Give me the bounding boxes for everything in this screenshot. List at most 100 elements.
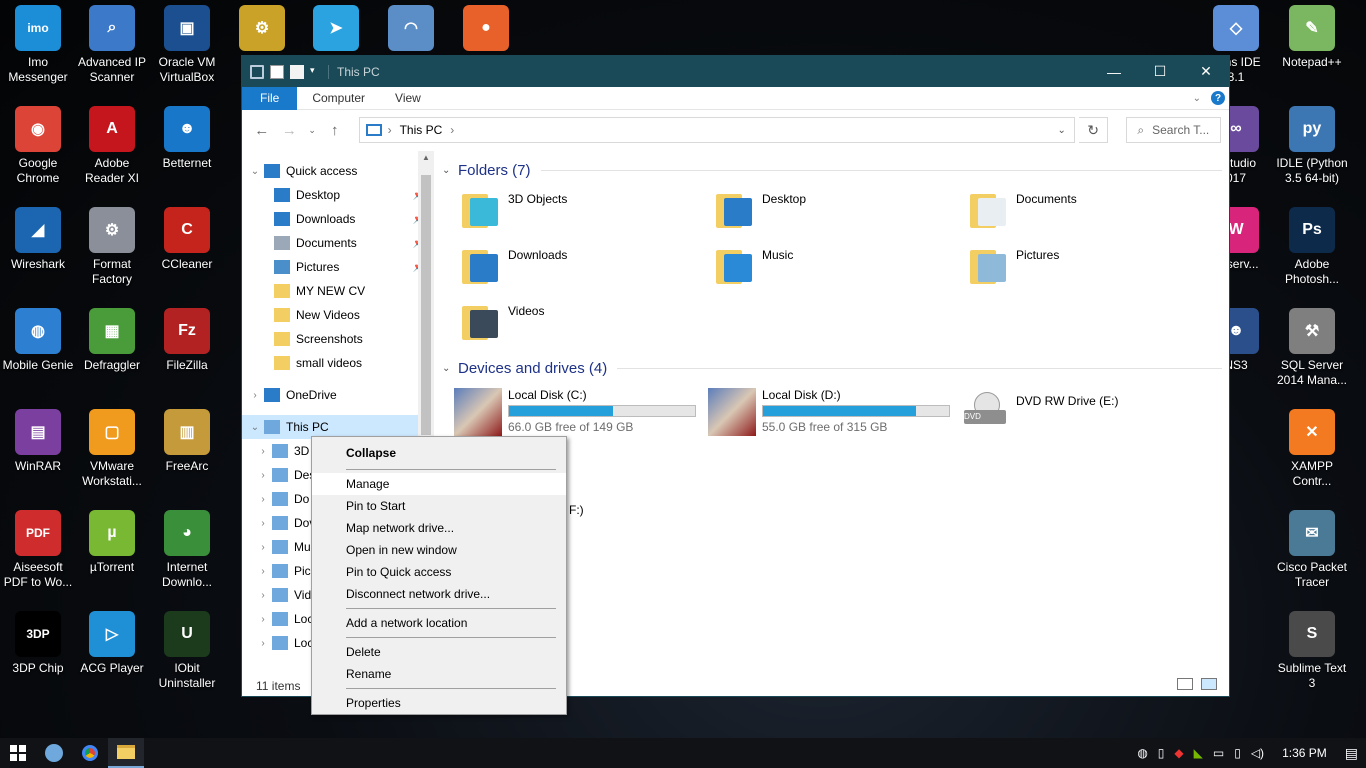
desktop-shortcut[interactable]: ▦ Defraggler [74, 308, 150, 373]
battery-tray-icon[interactable]: ▯ [1234, 746, 1241, 760]
taskbar-chrome-icon[interactable] [72, 738, 108, 768]
desktop-shortcut[interactable]: ● [448, 5, 524, 55]
nav-quick-item[interactable]: Documents📌 [242, 231, 433, 255]
partial-drive-label[interactable]: F:) [569, 503, 584, 517]
nav-quick-item[interactable]: Desktop📌 [242, 183, 433, 207]
folders-section-header[interactable]: ⌄ Folders (7) [442, 156, 1222, 184]
nvidia-tray-icon[interactable]: ◣ [1194, 746, 1203, 760]
desktop-shortcut[interactable]: ◍ Mobile Genie [0, 308, 76, 373]
menu-item-map-network-drive[interactable]: Map network drive... [312, 517, 566, 539]
scroll-thumb[interactable] [421, 175, 431, 435]
details-view-icon[interactable] [1177, 678, 1193, 690]
desktop-shortcut[interactable]: ⚙ [224, 5, 300, 55]
desktop-shortcut[interactable]: ⚒ SQL Server 2014 Mana... [1274, 308, 1350, 388]
desktop-shortcut[interactable]: PDF Aiseesoft PDF to Wo... [0, 510, 76, 590]
desktop-shortcut[interactable]: ◢ Wireshark [0, 207, 76, 272]
expand-chevron-icon[interactable]: › [254, 638, 272, 649]
close-button[interactable]: ✕ [1183, 56, 1229, 87]
expanded-chevron-icon[interactable]: ⌄ [246, 166, 264, 177]
maximize-button[interactable]: ☐ [1137, 56, 1183, 87]
expand-chevron-icon[interactable]: › [254, 494, 272, 505]
expand-ribbon-icon[interactable]: ⌄ [1193, 93, 1201, 104]
recent-locations-icon[interactable]: ⌄ [305, 125, 319, 136]
globe-tray-icon[interactable]: ◍ [1137, 746, 1147, 760]
folder-item[interactable]: Desktop [716, 188, 970, 234]
desktop-shortcut[interactable]: py IDLE (Python 3.5 64-bit) [1274, 106, 1350, 186]
menu-item-disconnect-network-drive[interactable]: Disconnect network drive... [312, 583, 566, 605]
desktop-shortcut[interactable]: A Adobe Reader XI [74, 106, 150, 186]
desktop-shortcut[interactable]: U IObit Uninstaller [149, 611, 225, 691]
new-folder-icon[interactable] [290, 64, 304, 79]
tab-computer[interactable]: Computer [297, 87, 380, 110]
desktop-shortcut[interactable]: 3DP 3DP Chip [0, 611, 76, 676]
desktop-shortcut[interactable]: ▢ VMware Workstati... [74, 409, 150, 489]
folder-item[interactable]: Videos [462, 300, 716, 346]
collapse-chevron-icon[interactable]: ⌄ [442, 165, 458, 176]
folder-item[interactable]: Pictures [970, 244, 1224, 290]
nav-onedrive[interactable]: › OneDrive [242, 383, 433, 407]
minimize-button[interactable]: — [1091, 56, 1137, 87]
address-dropdown-icon[interactable]: ⌄ [1057, 125, 1065, 136]
desktop-shortcut[interactable]: ⚙ Format Factory [74, 207, 150, 287]
search-input[interactable]: ⌕ Search T... [1126, 117, 1221, 143]
start-button[interactable] [0, 738, 36, 768]
nav-quick-item[interactable]: Screenshots [242, 327, 433, 351]
taskbar-file-explorer-icon[interactable] [108, 738, 144, 768]
menu-item-add-a-network-location[interactable]: Add a network location [312, 612, 566, 634]
title-bar[interactable]: ▾ This PC — ☐ ✕ [242, 56, 1229, 87]
menu-item-delete[interactable]: Delete [312, 641, 566, 663]
desktop-shortcut[interactable]: ▷ ACG Player [74, 611, 150, 676]
drive-item[interactable]: Local Disk (D:) 55.0 GB free of 315 GB [708, 388, 962, 438]
clock[interactable]: 1:36 PM [1282, 746, 1327, 760]
security-tray-icon[interactable]: ◆ [1174, 746, 1183, 760]
back-arrow-icon[interactable]: ← [250, 122, 274, 139]
desktop-shortcut[interactable]: ▥ FreeArc [149, 409, 225, 474]
desktop-shortcut[interactable]: ◉ Google Chrome [0, 106, 76, 186]
folder-item[interactable]: Downloads [462, 244, 716, 290]
nav-quick-item[interactable]: Downloads📌 [242, 207, 433, 231]
folder-item[interactable]: Music [716, 244, 970, 290]
tab-file[interactable]: File [242, 86, 298, 110]
expanded-chevron-icon[interactable]: ⌄ [246, 422, 264, 433]
usb-tray-icon[interactable]: ▯ [1158, 746, 1165, 760]
folder-item[interactable]: 3D Objects [462, 188, 716, 234]
breadcrumb-chevron-icon[interactable]: › [450, 123, 454, 137]
nav-quick-item[interactable]: MY NEW CV [242, 279, 433, 303]
desktop-shortcut[interactable]: Fz FileZilla [149, 308, 225, 373]
help-icon[interactable]: ? [1211, 91, 1225, 105]
collapse-chevron-icon[interactable]: ⌄ [442, 363, 458, 374]
devices-section-header[interactable]: ⌄ Devices and drives (4) [442, 354, 1222, 382]
menu-item-rename[interactable]: Rename [312, 663, 566, 685]
folder-item[interactable]: Documents [970, 188, 1224, 234]
menu-item-properties[interactable]: Properties [312, 692, 566, 714]
expand-chevron-icon[interactable]: › [254, 542, 272, 553]
desktop-shortcut[interactable]: Ps Adobe Photosh... [1274, 207, 1350, 287]
expand-chevron-icon[interactable]: › [254, 566, 272, 577]
taskbar-network-globe-icon[interactable] [36, 738, 72, 768]
desktop-shortcut[interactable]: ▣ Oracle VM VirtualBox [149, 5, 225, 85]
menu-item-open-in-new-window[interactable]: Open in new window [312, 539, 566, 561]
desktop-shortcut[interactable]: ◠ [373, 5, 449, 55]
menu-item-collapse[interactable]: Collapse [312, 440, 566, 466]
desktop-shortcut[interactable]: ▤ WinRAR [0, 409, 76, 474]
volume-tray-icon[interactable]: ◁) [1251, 746, 1264, 760]
nav-quick-item[interactable]: small videos [242, 351, 433, 375]
desktop-shortcut[interactable]: C CCleaner [149, 207, 225, 272]
desktop-shortcut[interactable]: imo Imo Messenger [0, 5, 76, 85]
menu-item-manage[interactable]: Manage [312, 473, 566, 495]
forward-arrow-icon[interactable]: → [278, 122, 302, 139]
desktop-shortcut[interactable]: ✕ XAMPP Contr... [1274, 409, 1350, 489]
expand-chevron-icon[interactable]: › [254, 590, 272, 601]
scroll-up-icon[interactable]: ▲ [418, 153, 434, 162]
dvd-drive-item[interactable]: DVD DVD RW Drive (E:) [962, 388, 1216, 438]
expand-chevron-icon[interactable]: › [254, 446, 272, 457]
desktop-shortcut[interactable]: ➤ [298, 5, 374, 55]
desktop-shortcut[interactable]: ✎ Notepad++ [1274, 5, 1350, 70]
desktop-shortcut[interactable]: ⌕ Advanced IP Scanner [74, 5, 150, 85]
expand-chevron-icon[interactable]: › [246, 390, 264, 401]
address-field[interactable]: › This PC › ⌄ [358, 117, 1075, 143]
refresh-button[interactable]: ↻ [1078, 117, 1109, 143]
tab-view[interactable]: View [380, 87, 436, 110]
nav-quick-item[interactable]: New Videos [242, 303, 433, 327]
expand-chevron-icon[interactable]: › [254, 470, 272, 481]
